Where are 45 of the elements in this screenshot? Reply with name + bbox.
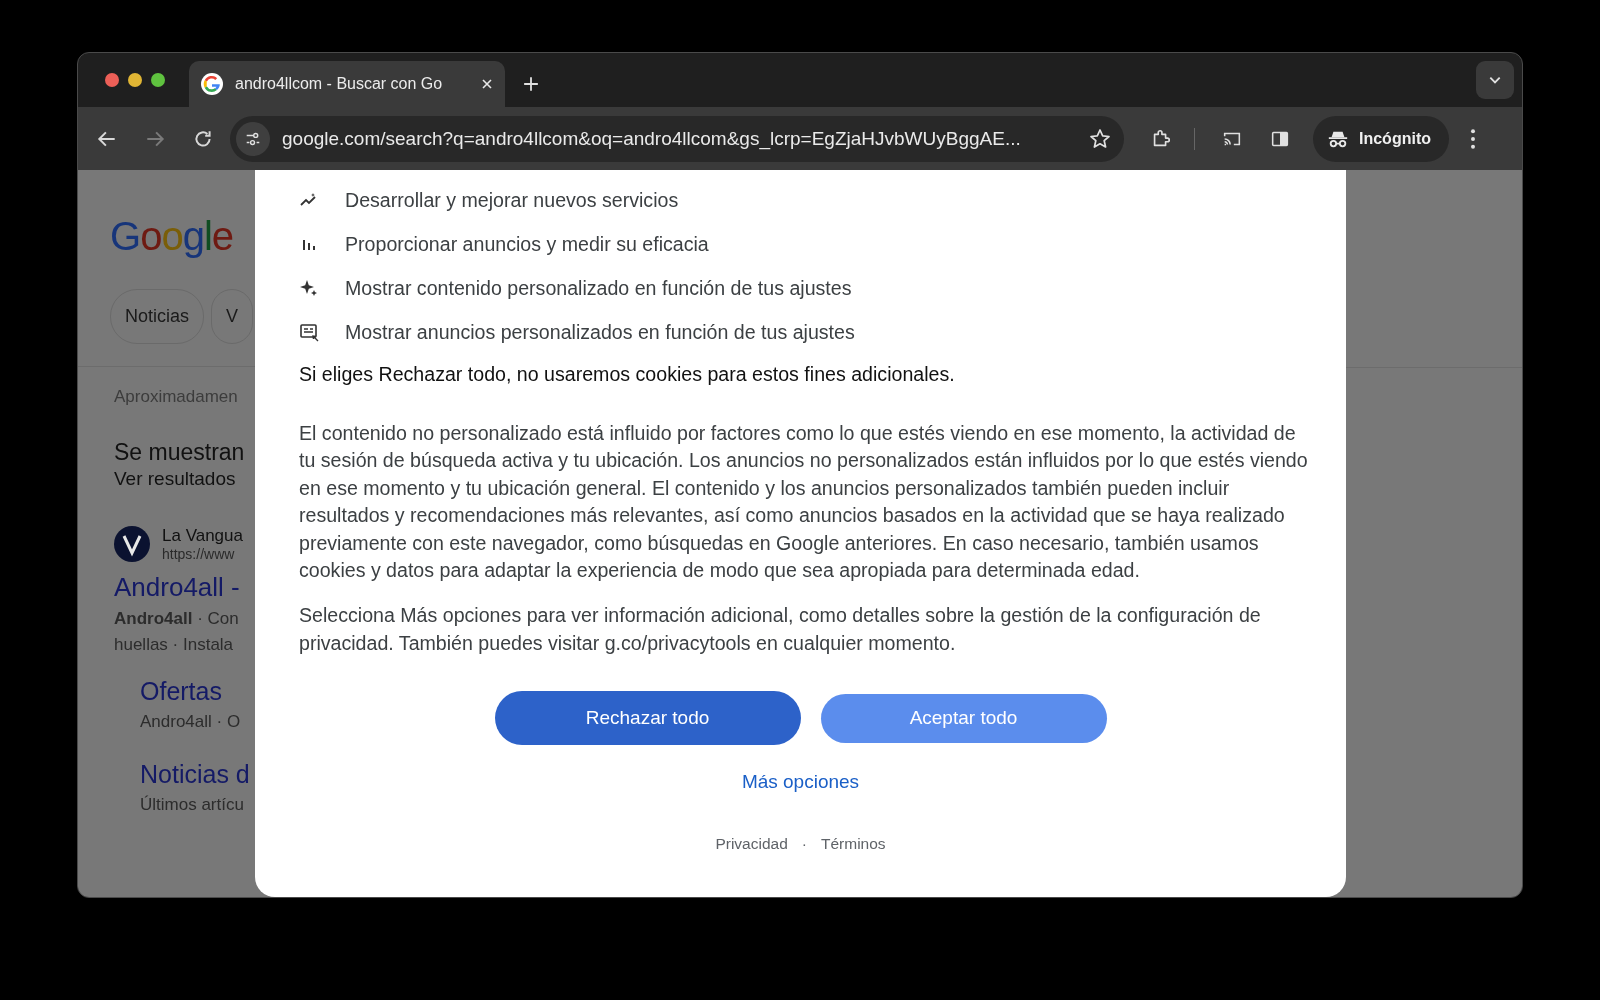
address-bar[interactable]: google.com/search?q=andro4llcom&oq=andro4llcom&gs_lcrp=EgZjaHJvbWUyBggAE... bbox=[230, 115, 1124, 162]
tab-title: andro4llcom - Buscar con Go bbox=[235, 75, 444, 93]
result-snippet: huellas · Instala bbox=[114, 635, 235, 655]
sitelink-snippet: Últimos artícu bbox=[140, 795, 245, 815]
bookmark-star-icon[interactable] bbox=[1088, 126, 1112, 151]
tab-search-button[interactable] bbox=[1476, 61, 1514, 99]
info-paragraph: Selecciona Más opciones para ver información adicional, como detalles sobre la gestión de la configuración de privacidad. También puedes visitar g.co/privacytools en cualquier momento. bbox=[299, 603, 1262, 656]
result-snippet: Andro4all · Con bbox=[114, 609, 240, 629]
menu-icon[interactable] bbox=[1469, 127, 1477, 150]
browser-tab[interactable]: andro4llcom - Buscar con Go bbox=[189, 61, 505, 107]
sparkle-icon bbox=[299, 278, 319, 298]
reject-note: Si eliges Rechazar todo, no usaremos cookies para estos fines adicionales. bbox=[299, 362, 956, 387]
incognito-profile-button[interactable]: Incógnito bbox=[1313, 115, 1449, 162]
ad-listing-icon bbox=[299, 322, 319, 342]
site-name: La Vangua bbox=[162, 526, 243, 546]
sitelink-title[interactable]: Ofertas bbox=[140, 677, 255, 706]
filter-chip[interactable]: Noticias bbox=[110, 289, 205, 344]
info-paragraph: El contenido no personalizado está influido por factores como lo que estés viendo en ese momento, la actividad de tu sesión de búsqueda activa y tu ubicación. Los anuncios no personalizados están influidos por lo que estés viendo en ese momento y tu ubicación general. El contenido y los anuncios personalizados también pueden incluir resultados y recomendaciones más relevantes, así como anuncios basados en la actividad que se haya realizado previamente con este navegador, como búsquedas en Google anteriores. En caso necesario, también usamos cookies y datos para adaptar la experiencia de modo que sea apropiada para determinada edad. bbox=[299, 421, 1309, 584]
spelling-link[interactable]: Ver resultados bbox=[114, 468, 255, 490]
purpose-text: Proporcionar anuncios y medir su eficacia bbox=[345, 232, 709, 256]
sitelink-snippet: Andro4all · O bbox=[140, 712, 242, 732]
site-url: https://www bbox=[162, 546, 236, 562]
minimize-window-button[interactable] bbox=[128, 73, 142, 87]
more-options-link[interactable]: Más opciones bbox=[741, 771, 860, 793]
zoom-window-button[interactable] bbox=[151, 73, 165, 87]
google-favicon-icon bbox=[201, 73, 223, 95]
purpose-text: Mostrar contenido personalizado en función de tus ajustes bbox=[345, 276, 852, 300]
site-logo-icon bbox=[114, 526, 150, 562]
terms-link[interactable]: Términos bbox=[820, 835, 886, 854]
accept-all-button[interactable]: Aceptar todo bbox=[820, 693, 1107, 743]
google-logo: Google bbox=[110, 214, 234, 259]
sitelink-title[interactable]: Noticias d bbox=[140, 760, 255, 789]
site-settings-button[interactable] bbox=[236, 121, 270, 156]
reject-all-button[interactable]: Rechazar todo bbox=[494, 691, 801, 746]
purpose-text: Mostrar anuncios personalizados en función de tus ajustes bbox=[345, 320, 855, 344]
close-window-button[interactable] bbox=[105, 73, 119, 87]
close-tab-icon[interactable] bbox=[481, 78, 493, 90]
spelling-notice: Se muestran bbox=[114, 439, 246, 466]
privacy-link[interactable]: Privacidad bbox=[715, 835, 788, 854]
url-text: google.com/search?q=andro4llcom&oq=andro4llcom&gs_lcrp=EgZjaHJvbWUyBggAE... bbox=[282, 127, 1022, 150]
new-tab-icon[interactable] bbox=[523, 76, 539, 92]
separator-dot: · bbox=[801, 835, 807, 854]
result-count: Aproximadamen bbox=[114, 387, 239, 407]
result-title-link[interactable]: Andro4all - bbox=[114, 572, 255, 603]
purpose-text: Desarrollar y mejorar nuevos servicios bbox=[345, 188, 679, 212]
